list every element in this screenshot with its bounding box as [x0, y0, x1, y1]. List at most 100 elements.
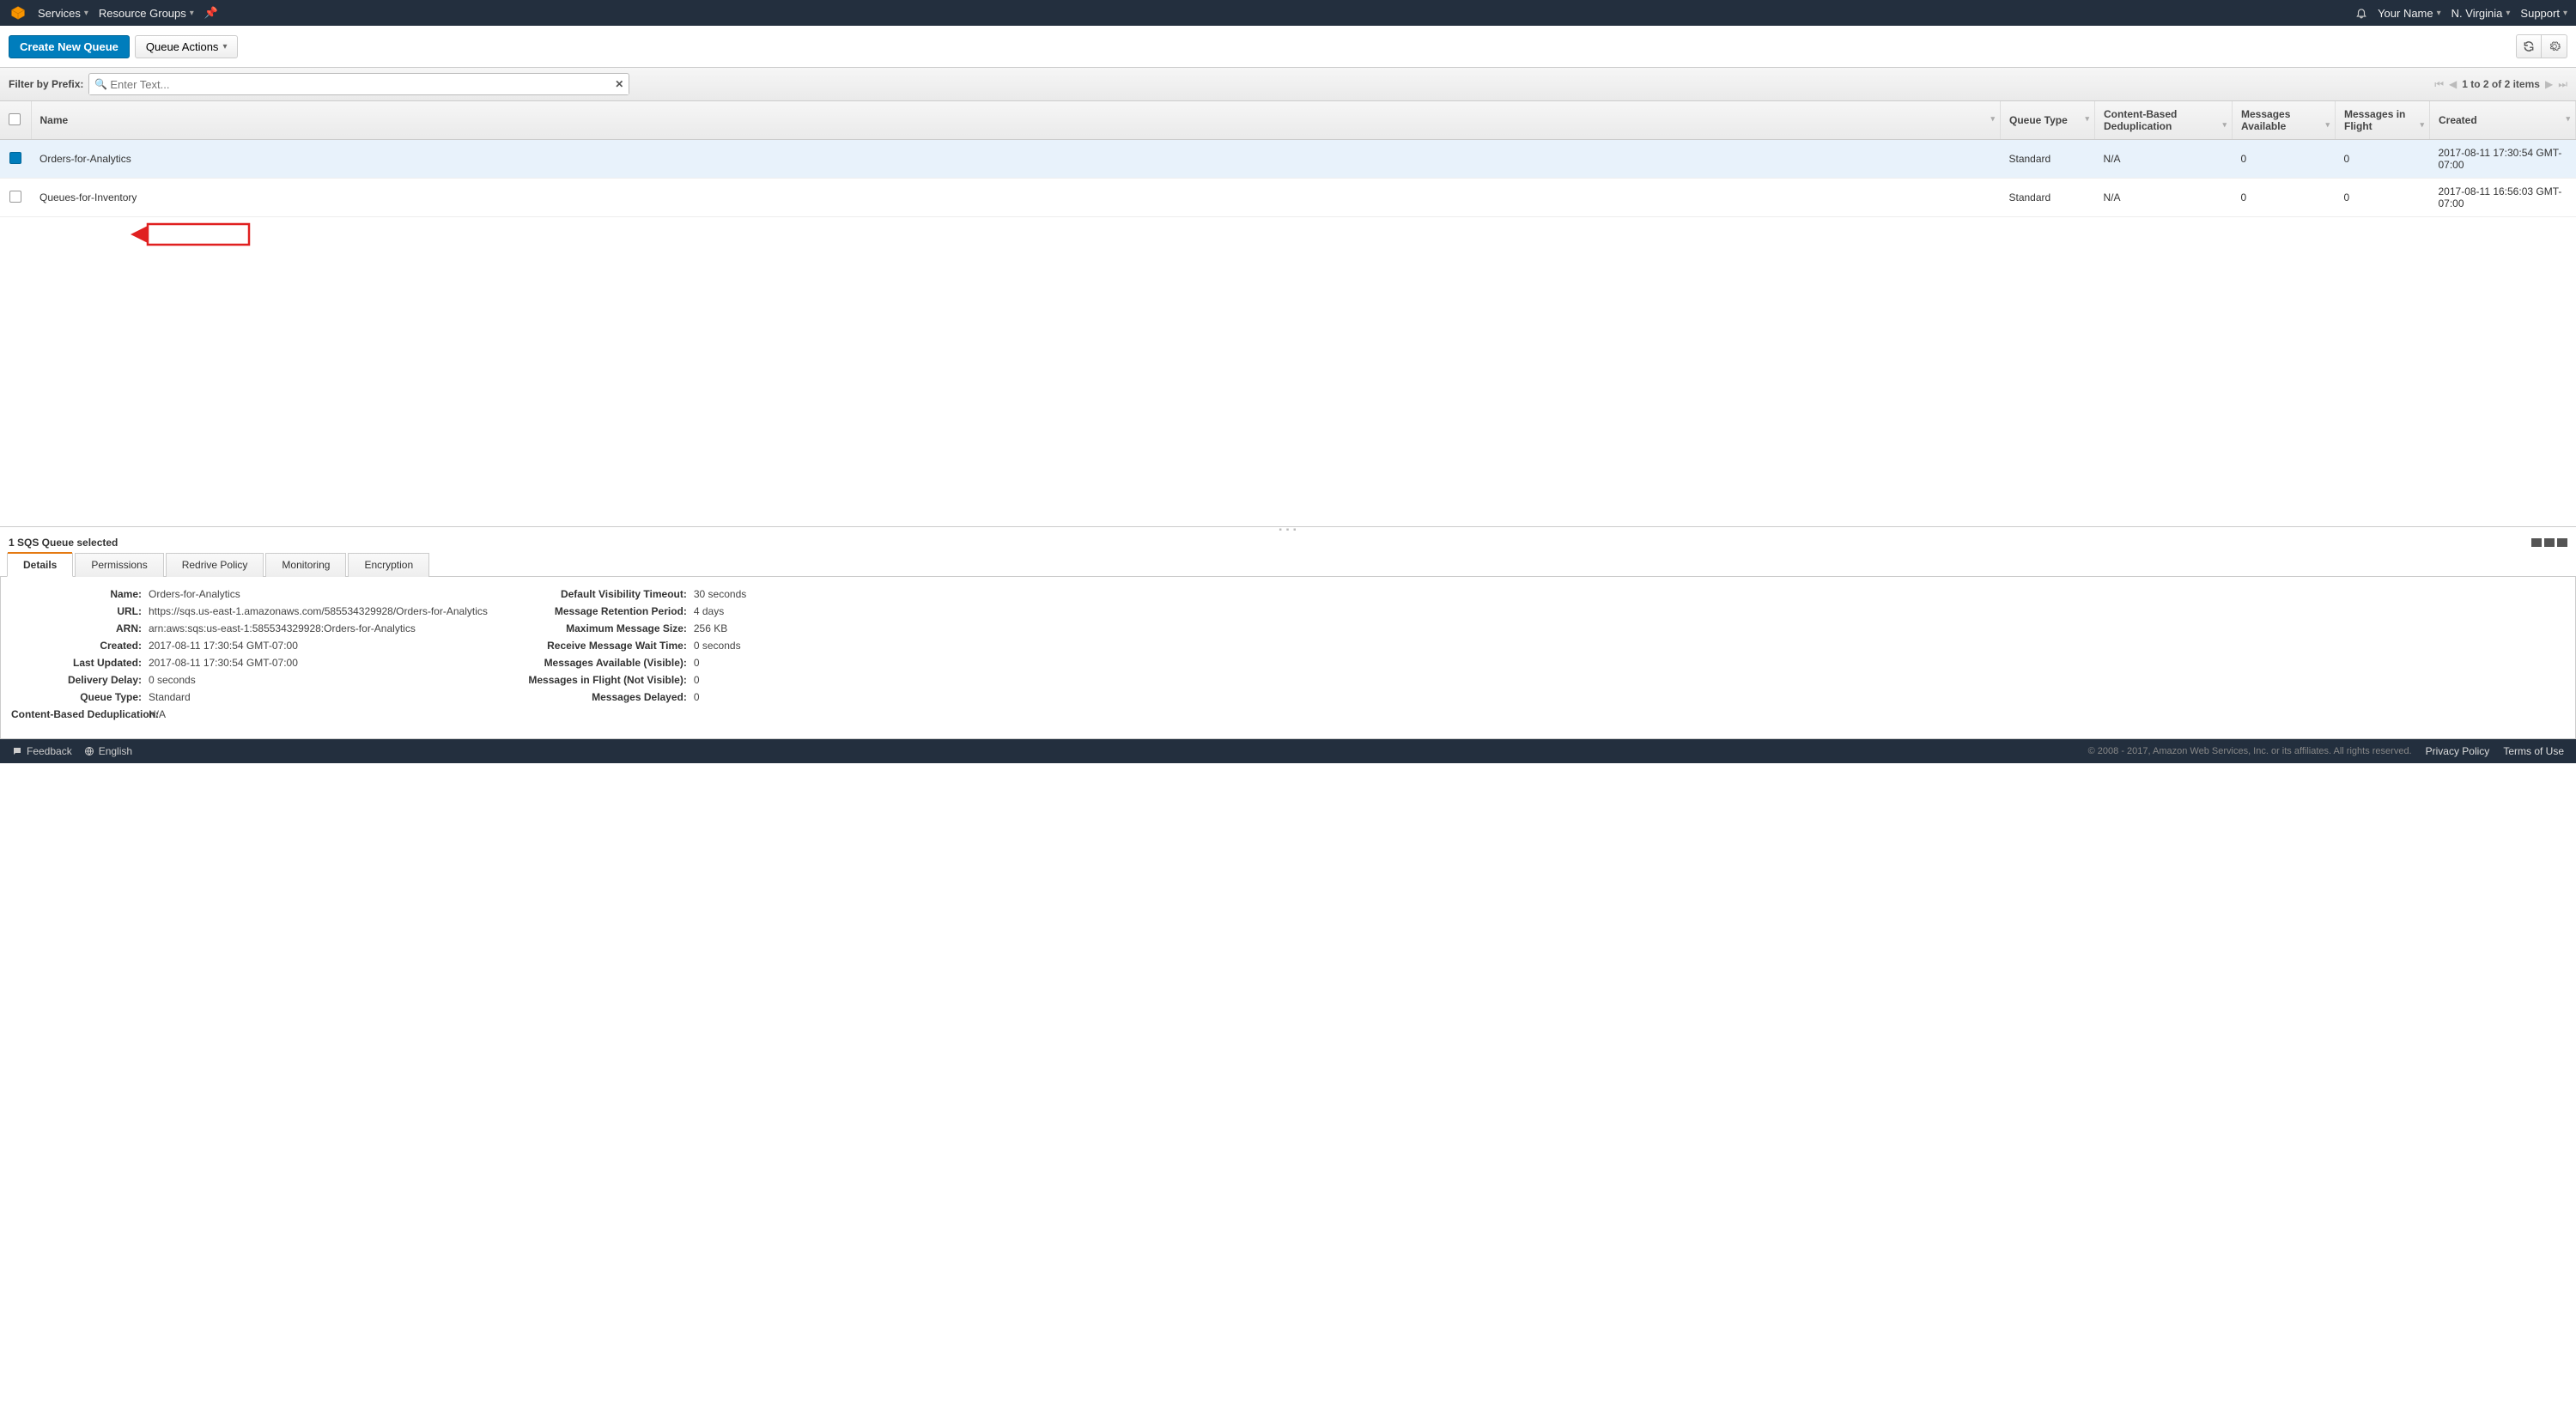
services-label: Services [38, 7, 81, 20]
detail-val-delay: 0 seconds [149, 674, 196, 686]
feedback-link[interactable]: Feedback [12, 745, 72, 757]
footer: Feedback English © 2008 - 2017, Amazon W… [0, 739, 2576, 763]
column-messages-available[interactable]: Messages Available▾ [2233, 101, 2336, 140]
detail-val-created: 2017-08-11 17:30:54 GMT-07:00 [149, 640, 298, 652]
filter-searchbox: 🔍 ✕ [88, 73, 629, 95]
cell-available: 0 [2233, 140, 2336, 179]
table-row[interactable]: Queues-for-Inventory Standard N/A 0 0 20… [0, 179, 2576, 217]
sort-icon: ▾ [2420, 120, 2424, 130]
detail-key-maxsize: Maximum Message Size: [522, 622, 694, 634]
services-menu[interactable]: Services▾ [38, 7, 88, 20]
row-checkbox[interactable] [9, 152, 21, 164]
queues-table: Name▾ Queue Type▾ Content-Based Deduplic… [0, 101, 2576, 217]
table-row[interactable]: Orders-for-Analytics Standard N/A 0 0 20… [0, 140, 2576, 179]
pagination: ⏮ ◀ 1 to 2 of 2 items ▶ ⏭ [2434, 78, 2567, 91]
sort-icon: ▾ [2085, 114, 2089, 124]
tab-redrive-policy[interactable]: Redrive Policy [166, 553, 264, 577]
terms-link[interactable]: Terms of Use [2503, 745, 2564, 757]
create-queue-button[interactable]: Create New Queue [9, 35, 130, 58]
column-created[interactable]: Created▾ [2430, 101, 2576, 140]
caret-down-icon: ▾ [2506, 9, 2510, 18]
layout-minimize-icon[interactable] [2531, 538, 2542, 547]
detail-key-url: URL: [11, 605, 149, 617]
detail-key-delayed: Messages Delayed: [522, 691, 694, 703]
caret-down-icon: ▾ [222, 42, 227, 52]
caret-down-icon: ▾ [84, 9, 88, 18]
notifications-icon[interactable] [2355, 7, 2367, 19]
support-menu[interactable]: Support▾ [2520, 7, 2567, 20]
detail-key-available: Messages Available (Visible): [522, 657, 694, 669]
layout-maximize-icon[interactable] [2557, 538, 2567, 547]
sort-icon: ▾ [1990, 114, 1995, 124]
user-menu[interactable]: Your Name▾ [2378, 7, 2441, 20]
column-messages-in-flight[interactable]: Messages in Flight▾ [2336, 101, 2430, 140]
queue-actions-button[interactable]: Queue Actions▾ [135, 35, 239, 58]
detail-val-available: 0 [694, 657, 700, 669]
detail-key-wait: Receive Message Wait Time: [522, 640, 694, 652]
region-menu[interactable]: N. Virginia▾ [2451, 7, 2511, 20]
detail-key-inflight: Messages in Flight (Not Visible): [522, 674, 694, 686]
detail-val-arn: arn:aws:sqs:us-east-1:585534329928:Order… [149, 622, 416, 634]
filter-input[interactable] [89, 75, 629, 94]
column-queue-type[interactable]: Queue Type▾ [2001, 101, 2095, 140]
selection-count: 1 SQS Queue selected [9, 537, 118, 549]
details-tabs: Details Permissions Redrive Policy Monit… [0, 552, 2576, 577]
tab-encryption[interactable]: Encryption [348, 553, 429, 577]
cell-created: 2017-08-11 17:30:54 GMT-07:00 [2430, 140, 2576, 179]
detail-key-updated: Last Updated: [11, 657, 149, 669]
detail-key-type: Queue Type: [11, 691, 149, 703]
language-label: English [99, 745, 132, 757]
detail-key-created: Created: [11, 640, 149, 652]
select-all-checkbox[interactable] [9, 113, 21, 125]
panel-layout-controls [2531, 538, 2567, 547]
sort-icon: ▾ [2566, 114, 2570, 124]
row-checkbox[interactable] [9, 191, 21, 203]
cell-type: Standard [2001, 140, 2095, 179]
page-next-icon[interactable]: ▶ [2545, 78, 2553, 90]
privacy-link[interactable]: Privacy Policy [2426, 745, 2490, 757]
sort-icon: ▾ [2325, 120, 2330, 130]
filter-bar: Filter by Prefix: 🔍 ✕ ⏮ ◀ 1 to 2 of 2 it… [0, 68, 2576, 101]
caret-down-icon: ▾ [2437, 9, 2441, 18]
detail-key-arn: ARN: [11, 622, 149, 634]
cell-type: Standard [2001, 179, 2095, 217]
feedback-label: Feedback [27, 745, 72, 757]
refresh-button[interactable] [2516, 34, 2542, 58]
detail-val-inflight: 0 [694, 674, 700, 686]
detail-val-dedup: N/A [149, 708, 166, 720]
column-name[interactable]: Name▾ [31, 101, 2001, 140]
detail-key-dedup: Content-Based Deduplication: [11, 708, 149, 720]
cell-dedup: N/A [2095, 140, 2233, 179]
language-link[interactable]: English [84, 745, 132, 757]
page-indicator: 1 to 2 of 2 items [2462, 78, 2540, 90]
detail-key-delay: Delivery Delay: [11, 674, 149, 686]
cell-available: 0 [2233, 179, 2336, 217]
search-icon: 🔍 [94, 78, 107, 90]
caret-down-icon: ▾ [2563, 9, 2567, 18]
detail-key-visibility: Default Visibility Timeout: [522, 588, 694, 600]
layout-split-icon[interactable] [2544, 538, 2555, 547]
pin-icon[interactable]: 📌 [204, 6, 218, 20]
cell-inflight: 0 [2336, 140, 2430, 179]
tab-details[interactable]: Details [7, 553, 73, 577]
settings-button[interactable] [2542, 34, 2567, 58]
column-dedup[interactable]: Content-Based Deduplication▾ [2095, 101, 2233, 140]
tab-monitoring[interactable]: Monitoring [265, 553, 346, 577]
cell-inflight: 0 [2336, 179, 2430, 217]
resource-groups-menu[interactable]: Resource Groups▾ [99, 7, 194, 20]
detail-val-visibility: 30 seconds [694, 588, 746, 600]
top-nav: Services▾ Resource Groups▾ 📌 Your Name▾ … [0, 0, 2576, 26]
resource-groups-label: Resource Groups [99, 7, 186, 20]
cell-created: 2017-08-11 16:56:03 GMT-07:00 [2430, 179, 2576, 217]
clear-filter-icon[interactable]: ✕ [615, 78, 623, 90]
page-last-icon[interactable]: ⏭ [2558, 78, 2567, 91]
tab-permissions[interactable]: Permissions [75, 553, 163, 577]
page-prev-icon[interactable]: ◀ [2449, 78, 2457, 90]
detail-val-name: Orders-for-Analytics [149, 588, 240, 600]
sort-icon: ▾ [2222, 120, 2227, 130]
queue-actions-label: Queue Actions [146, 40, 219, 53]
cell-dedup: N/A [2095, 179, 2233, 217]
page-first-icon[interactable]: ⏮ [2434, 78, 2444, 91]
panel-splitter[interactable]: ▪ ▪ ▪ [0, 526, 2576, 531]
aws-logo-icon[interactable] [9, 3, 27, 22]
